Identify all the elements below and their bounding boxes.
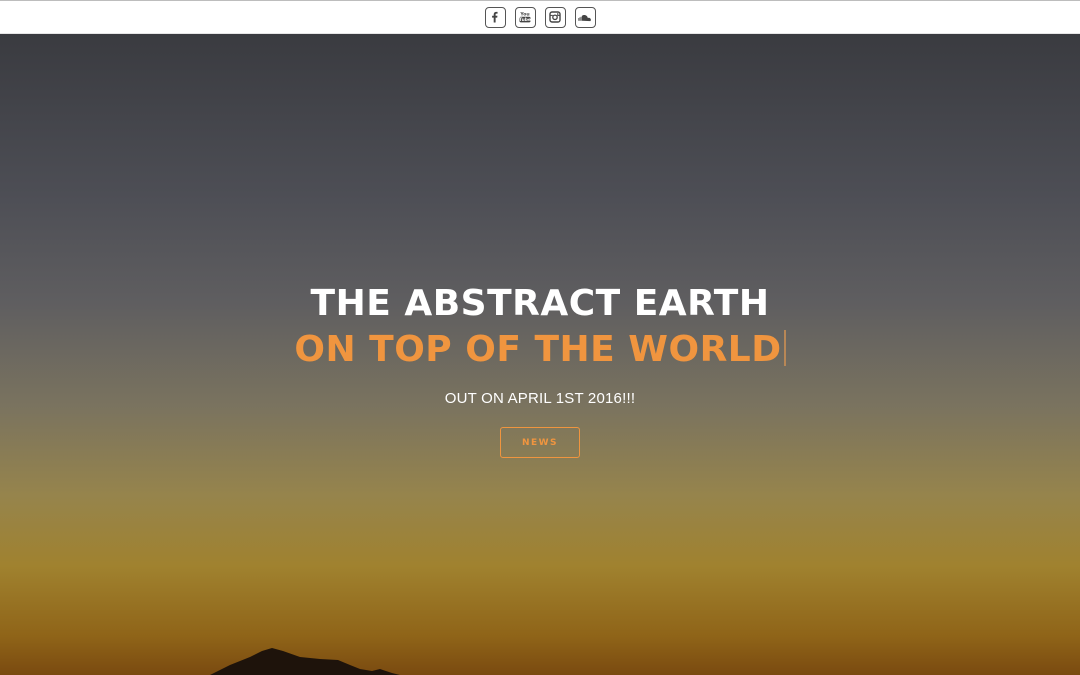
page: You Tube THE ABSTRACT EARTH ON TOP OF TH… bbox=[0, 0, 1080, 675]
hero-title: THE ABSTRACT EARTH bbox=[310, 283, 770, 324]
svg-text:You: You bbox=[519, 12, 529, 18]
youtube-icon: You Tube bbox=[519, 12, 531, 24]
instagram-link[interactable] bbox=[544, 6, 566, 28]
hero-section: THE ABSTRACT EARTH ON TOP OF THE WORLD O… bbox=[0, 34, 1080, 675]
hero-subtitle: OUT ON APRIL 1ST 2016!!! bbox=[444, 390, 636, 407]
facebook-link[interactable] bbox=[484, 6, 506, 28]
hero-headline: ON TOP OF THE WORLD bbox=[294, 326, 786, 374]
hero-headline-text: ON TOP OF THE WORLD bbox=[294, 329, 782, 370]
social-bar: You Tube bbox=[0, 0, 1080, 34]
mountain-silhouette bbox=[210, 648, 400, 675]
soundcloud-icon bbox=[578, 15, 591, 22]
news-button[interactable]: NEWS bbox=[500, 427, 580, 458]
typing-cursor bbox=[783, 330, 786, 366]
youtube-link[interactable]: You Tube bbox=[514, 6, 536, 28]
facebook-icon bbox=[492, 11, 498, 23]
svg-text:Tube: Tube bbox=[519, 17, 531, 23]
hero-content: THE ABSTRACT EARTH ON TOP OF THE WORLD O… bbox=[0, 282, 1080, 458]
soundcloud-link[interactable] bbox=[574, 6, 596, 28]
instagram-icon bbox=[549, 11, 561, 23]
